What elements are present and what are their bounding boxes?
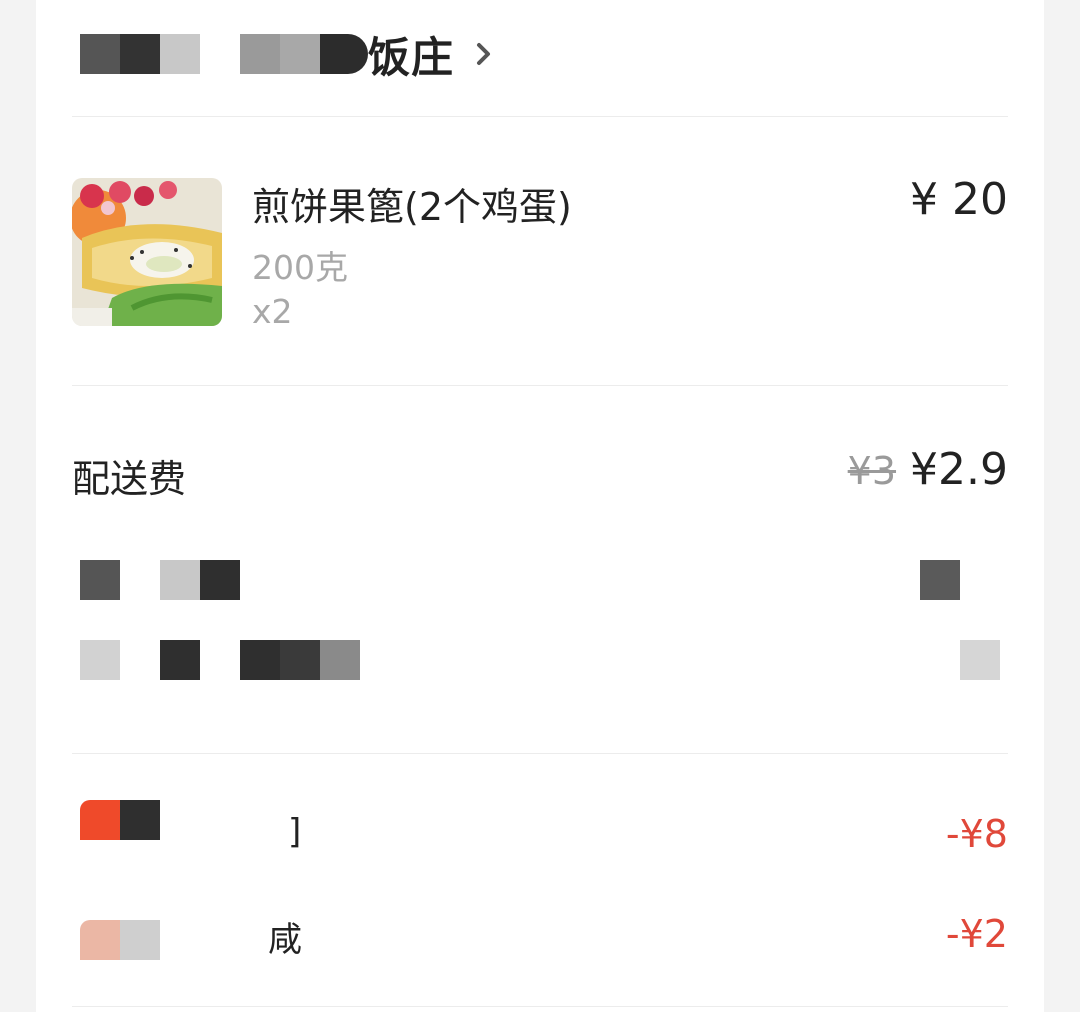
item-spec: 200克 xyxy=(252,248,348,287)
discount-label: 咸 xyxy=(268,920,302,960)
divider xyxy=(72,753,1008,754)
redacted-row xyxy=(80,640,360,680)
delivery-fee-prices: ¥3 ¥2.9 xyxy=(848,444,1008,495)
discount-tag-icon xyxy=(80,920,160,960)
delivery-fee-price: ¥2.9 xyxy=(910,444,1008,495)
item-price: ¥ 20 xyxy=(910,174,1008,225)
item-name: 煎饼果篦(2个鸡蛋) xyxy=(252,185,572,229)
item-quantity: x2 xyxy=(252,292,293,331)
delivery-fee-original: ¥3 xyxy=(847,449,897,493)
food-photo-icon xyxy=(72,178,222,326)
discount-tag-icon xyxy=(80,800,160,840)
divider xyxy=(72,385,1008,386)
redacted-value xyxy=(960,640,1000,680)
redacted-row xyxy=(80,560,240,600)
order-card xyxy=(36,0,1044,1012)
delivery-fee-label: 配送费 xyxy=(72,457,187,501)
store-name-mosaic xyxy=(80,34,368,74)
chevron-right-icon xyxy=(477,43,491,65)
divider xyxy=(72,116,1008,117)
store-name: 饭庄 xyxy=(368,32,455,82)
discount-label: ] xyxy=(288,812,302,852)
discount-amount: -¥8 xyxy=(945,812,1008,856)
discount-amount: -¥2 xyxy=(945,912,1008,956)
item-image xyxy=(72,178,222,326)
divider xyxy=(72,1006,1008,1007)
redacted-value xyxy=(920,560,960,600)
store-header[interactable]: 饭庄 xyxy=(44,26,494,82)
